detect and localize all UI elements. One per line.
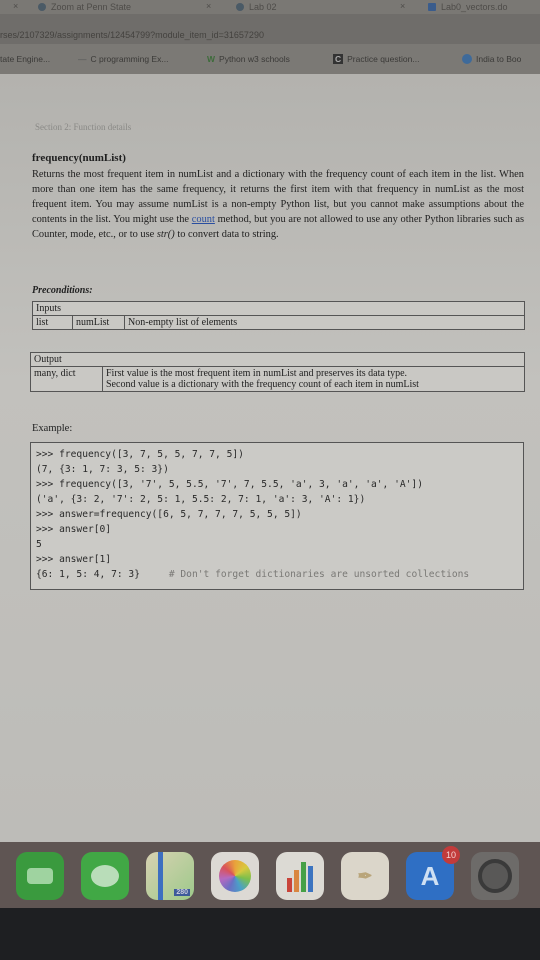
url-text: rses/2107329/assignments/12454799?module… [0, 30, 264, 40]
code-line: 5 [36, 539, 42, 550]
screen-bezel [0, 908, 540, 960]
code-text: {6: 1, 5: 4, 7: 3} [36, 569, 140, 580]
tab-zoom[interactable]: Zoom at Penn State [38, 1, 131, 13]
dock-facetime[interactable] [16, 852, 64, 900]
browser-tab-bar: × Zoom at Penn State × Lab 02 × Lab0_vec… [0, 0, 540, 14]
bar-chart-icon [287, 860, 313, 892]
input-name: numList [72, 315, 125, 330]
bookmark-india[interactable]: India to Boo [462, 54, 521, 64]
dock-script-editor[interactable]: ✒ [341, 852, 389, 900]
desc-str: str() [156, 229, 175, 240]
video-camera-icon [27, 868, 53, 884]
map-icon [158, 852, 163, 900]
output-desc-line: First value is the most frequent item in… [106, 368, 408, 379]
globe-icon [462, 54, 472, 64]
c-icon: C [333, 54, 344, 64]
output-desc: First value is the most frequent item in… [102, 366, 525, 392]
pen-icon: ✒ [357, 865, 373, 886]
code-line: (7, {3: 1, 7: 3, 5: 3}) [36, 464, 169, 475]
gear-icon [478, 859, 512, 893]
tab-title: Lab0_vectors.do [441, 2, 508, 12]
bookmark-c-programming[interactable]: — C programming Ex... [78, 54, 168, 64]
example-code-block: >>> frequency([3, 7, 5, 5, 7, 7, 5]) (7, … [30, 442, 524, 590]
maps-shield-label: 280 [174, 889, 190, 896]
address-bar[interactable]: rses/2107329/assignments/12454799?module… [0, 14, 540, 44]
app-store-icon: A [420, 860, 440, 891]
code-line: >>> answer=frequency([6, 5, 7, 7, 7, 5, … [36, 509, 302, 520]
bookmark-label: Practice question... [347, 54, 420, 64]
output-type: many, dict [30, 366, 103, 392]
preconditions-label: Preconditions: [32, 285, 93, 296]
shield-icon [38, 3, 46, 11]
bookmark-label: Python w3 schools [219, 54, 290, 64]
dock-photos[interactable] [211, 852, 259, 900]
dock-maps[interactable]: 280 [146, 852, 194, 900]
function-name: frequency(numList) [32, 152, 126, 164]
dock: 280 ✒ A 10 [0, 842, 540, 908]
bookmark-label: India to Boo [476, 54, 522, 64]
dock-app-store[interactable]: A 10 [406, 846, 460, 900]
close-tab-icon[interactable]: × [400, 1, 405, 11]
shield-icon [236, 3, 244, 11]
tab-lab0-vectors[interactable]: Lab0_vectors.do [428, 1, 508, 13]
w3-icon: W [207, 54, 216, 64]
speech-bubble-icon [91, 865, 119, 887]
bookmark-label: tate Engine... [0, 54, 51, 64]
close-tab-icon[interactable]: × [13, 1, 18, 11]
output-header: Output [30, 352, 525, 367]
inputs-header: Inputs [32, 301, 525, 316]
section-title: Section 2: Function details [35, 122, 132, 132]
output-table: Output many, dict First value is the most… [30, 352, 525, 392]
dock-messages[interactable] [81, 852, 129, 900]
code-line: >>> frequency([3, 7, 5, 5, 7, 7, 5]) [36, 449, 244, 460]
code-line: >>> frequency([3, '7', 5, 5.5, '7', 7, 5… [36, 479, 423, 490]
photos-flower-icon [219, 860, 251, 892]
inputs-table: Inputs list numList Non-empty list of elem… [32, 301, 525, 330]
tab-lab02[interactable]: Lab 02 [236, 1, 277, 13]
code-line: {6: 1, 5: 4, 7: 3} # Don't forget dictio… [36, 567, 518, 582]
dash-icon: — [78, 54, 87, 64]
bookmarks-bar: tate Engine... — C programming Ex... W Pyt… [0, 44, 540, 74]
example-label: Example: [32, 423, 73, 434]
count-link[interactable]: count [192, 214, 215, 225]
code-line: >>> answer[1] [36, 554, 112, 565]
dock-numbers[interactable] [276, 852, 324, 900]
bookmark-label: C programming Ex... [90, 54, 169, 64]
function-description: Returns the most frequent item in numLis… [32, 167, 524, 242]
document-page: Section 2: Function details frequency(nu… [0, 74, 540, 842]
desc-text: to convert data to string. [174, 229, 279, 240]
bookmark-practice-questions[interactable]: C Practice question... [333, 54, 419, 64]
bookmark-python-w3[interactable]: W Python w3 schools [207, 54, 290, 64]
code-comment: # Don't forget dictionaries are unsorted… [168, 569, 470, 580]
input-desc: Non-empty list of elements [124, 315, 525, 330]
output-desc-line: Second value is a dictionary with the fr… [106, 379, 419, 390]
tab-title: Lab 02 [249, 2, 277, 12]
close-tab-icon[interactable]: × [206, 1, 211, 11]
dock-system-preferences[interactable] [471, 852, 519, 900]
doc-icon [428, 3, 436, 11]
tab-title: Zoom at Penn State [51, 2, 132, 12]
input-type: list [32, 315, 73, 330]
notification-badge: 10 [442, 846, 460, 864]
code-line: >>> answer[0] [36, 524, 112, 535]
code-line: ('a', {3: 2, '7': 2, 5: 1, 5.5: 2, 7: 1,… [36, 494, 366, 505]
bookmark-state-engine[interactable]: tate Engine... [0, 54, 50, 64]
